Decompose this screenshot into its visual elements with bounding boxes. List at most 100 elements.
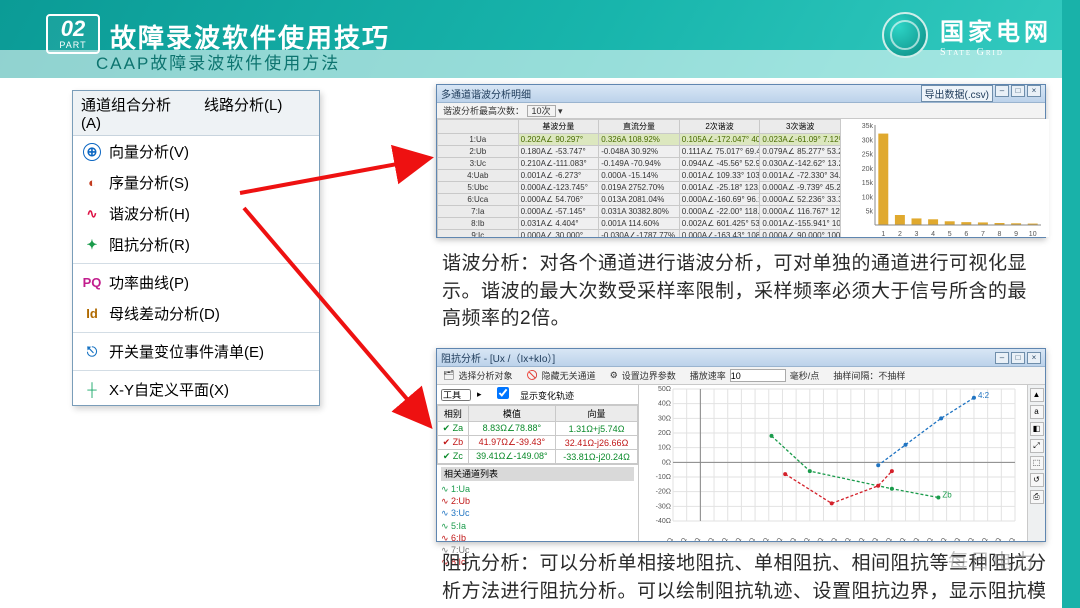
menu-item-xy-plane[interactable]: ┼X-Y自定义平面(X) bbox=[73, 374, 319, 405]
svg-text:25k: 25k bbox=[862, 152, 874, 159]
svg-text:120Ω: 120Ω bbox=[854, 537, 866, 541]
menu-item-label: 阻抗分析(R) bbox=[109, 234, 190, 255]
harmonic-description: 谐波分析：对各个通道进行谐波分析，可对单独的通道进行可视化显示。谐波的最大次数受… bbox=[442, 250, 1038, 333]
tool-icon[interactable]: ⎙ bbox=[1030, 490, 1044, 504]
sample-interval-label[interactable]: 抽样间隔：不抽样 bbox=[833, 369, 905, 382]
window-titlebar[interactable]: 阻抗分析 - [Ux /（Ix+kIo）] – □ × bbox=[437, 349, 1045, 367]
maximize-button[interactable]: □ bbox=[1011, 85, 1025, 97]
tool-icon[interactable]: ◧ bbox=[1030, 422, 1044, 436]
svg-text:5k: 5k bbox=[866, 209, 874, 216]
select-object-button[interactable]: 🗂 选择分析对象 bbox=[443, 369, 512, 382]
svg-text:90Ω: 90Ω bbox=[814, 537, 825, 541]
menu-item-busdiff[interactable]: Id母线差动分析(D) bbox=[73, 298, 319, 329]
minimize-button[interactable]: – bbox=[995, 352, 1009, 364]
menu-item-impedance[interactable]: ✦ 阻抗分析(R) bbox=[73, 229, 319, 260]
pq-icon: PQ bbox=[83, 274, 101, 292]
slide-body: 通道组合分析(A) 线路分析(L) ⊕向量分析(V) ◐序量分析(S) ∿谐波分… bbox=[0, 78, 1080, 608]
menu-item-power-curve[interactable]: PQ功率曲线(P) bbox=[73, 267, 319, 298]
chart-tool-sidebar: ▲ a ◧ ⤢ ⬚ ↺ ⎙ bbox=[1027, 385, 1045, 541]
svg-text:160Ω: 160Ω bbox=[909, 537, 921, 541]
svg-text:190Ω: 190Ω bbox=[950, 537, 962, 541]
analysis-dropdown-menu: 通道组合分析(A) 线路分析(L) ⊕向量分析(V) ◐ 序量分析(S) ∿谐波分… bbox=[72, 90, 320, 406]
svg-text:40Ω: 40Ω bbox=[658, 401, 671, 408]
window-titlebar[interactable]: 多通道谐波分析明细 导出数据(.csv) – □ × bbox=[437, 85, 1045, 103]
menu-header-left[interactable]: 通道组合分析(A) bbox=[73, 91, 196, 135]
xy-icon: ┼ bbox=[83, 381, 101, 399]
svg-text:Zb: Zb bbox=[942, 491, 952, 500]
switch-icon: ⎋ bbox=[83, 343, 101, 361]
svg-text:220Ω: 220Ω bbox=[991, 537, 1003, 541]
maximize-button[interactable]: □ bbox=[1011, 352, 1025, 364]
svg-text:110Ω: 110Ω bbox=[841, 537, 853, 541]
svg-text:20Ω: 20Ω bbox=[719, 537, 730, 541]
tool-icon[interactable]: ↺ bbox=[1030, 473, 1044, 487]
svg-text:35k: 35k bbox=[862, 123, 874, 130]
harmonic-icon: ∿ bbox=[83, 205, 101, 223]
tool-icon[interactable]: ⤢ bbox=[1030, 439, 1044, 453]
svg-text:0Ω: 0Ω bbox=[693, 537, 703, 541]
tool-icon[interactable]: ▲ bbox=[1030, 388, 1044, 402]
menu-item-label: 开关量变位事件清单(E) bbox=[109, 341, 264, 362]
svg-text:60Ω: 60Ω bbox=[773, 537, 784, 541]
svg-text:7: 7 bbox=[981, 231, 985, 238]
harmonic-toolbar: 谐波分析最高次数： 10次 ▾ bbox=[437, 103, 1045, 119]
svg-text:30Ω: 30Ω bbox=[658, 415, 671, 422]
svg-text:-30Ω: -30Ω bbox=[656, 503, 671, 510]
tool-field[interactable] bbox=[441, 389, 471, 401]
svg-text:8: 8 bbox=[998, 231, 1002, 238]
svg-text:180Ω: 180Ω bbox=[936, 537, 948, 541]
part-badge: 02 PART bbox=[46, 14, 100, 54]
menu-item-label: 序量分析(S) bbox=[109, 172, 189, 193]
tool-icon[interactable]: ⬚ bbox=[1030, 456, 1044, 470]
impedance-value-table: 相别模值向量✔ Za8.83Ω∠78.88°1.31Ω+j5.74Ω✔ Zb41… bbox=[437, 405, 638, 464]
impedance-icon: ✦ bbox=[83, 236, 101, 254]
menu-header: 通道组合分析(A) 线路分析(L) bbox=[73, 91, 319, 136]
svg-text:10Ω: 10Ω bbox=[705, 537, 716, 541]
svg-text:10k: 10k bbox=[862, 194, 874, 201]
menu-item-harmonic[interactable]: ∿谐波分析(H) bbox=[73, 198, 319, 229]
part-label: PART bbox=[59, 40, 86, 50]
svg-text:20Ω: 20Ω bbox=[658, 430, 671, 437]
menu-item-switch-events[interactable]: ⎋ 开关量变位事件清单(E) bbox=[73, 336, 319, 367]
svg-text:5: 5 bbox=[948, 231, 952, 238]
menu-item-sequence[interactable]: ◐ 序量分析(S) bbox=[73, 167, 319, 198]
svg-text:15k: 15k bbox=[862, 180, 874, 187]
svg-text:50Ω: 50Ω bbox=[760, 537, 771, 541]
menu-item-vector[interactable]: ⊕向量分析(V) bbox=[73, 136, 319, 167]
svg-text:-10Ω: -10Ω bbox=[677, 537, 689, 541]
slide-header: 02 PART 故障录波软件使用技巧 CAAP故障录波软件使用方法 国家电网 S… bbox=[0, 0, 1080, 78]
svg-text:-40Ω: -40Ω bbox=[656, 518, 671, 525]
boundary-settings-button[interactable]: ⚙ 设置边界参数 bbox=[610, 369, 676, 382]
svg-text:140Ω: 140Ω bbox=[881, 537, 893, 541]
hide-channels-button[interactable]: 🚫 隐藏无关通道 bbox=[526, 369, 595, 382]
menu-separator bbox=[73, 263, 319, 264]
brand-block: 国家电网 State Grid bbox=[882, 12, 1052, 58]
harmonic-order-value[interactable]: 10次 bbox=[527, 105, 556, 117]
close-button[interactable]: × bbox=[1027, 85, 1041, 97]
menu-header-right[interactable]: 线路分析(L) bbox=[196, 91, 319, 135]
play-rate-input[interactable] bbox=[730, 369, 786, 382]
export-csv-button[interactable]: 导出数据(.csv) bbox=[921, 85, 993, 102]
watermark: 每日电力 bbox=[948, 545, 1036, 574]
harmonic-analysis-window: 多通道谐波分析明细 导出数据(.csv) – □ × 谐波分析最高次数： 10次… bbox=[436, 84, 1046, 238]
brand-name-cn: 国家电网 bbox=[940, 12, 1052, 47]
svg-text:30k: 30k bbox=[862, 137, 874, 144]
svg-text:2: 2 bbox=[898, 231, 902, 238]
menu-item-label: 向量分析(V) bbox=[109, 141, 189, 162]
svg-text:9: 9 bbox=[1014, 231, 1018, 238]
svg-text:230Ω: 230Ω bbox=[1005, 537, 1017, 541]
svg-text:100Ω: 100Ω bbox=[827, 537, 839, 541]
svg-text:3: 3 bbox=[915, 231, 919, 238]
svg-text:6: 6 bbox=[964, 231, 968, 238]
minimize-button[interactable]: – bbox=[995, 85, 1009, 97]
sequence-icon: ◐ bbox=[83, 174, 101, 192]
show-trajectory-checkbox[interactable]: 显示变化轨迹 bbox=[488, 387, 575, 402]
close-button[interactable]: × bbox=[1027, 352, 1041, 364]
svg-text:40Ω: 40Ω bbox=[746, 537, 757, 541]
menu-separator bbox=[73, 370, 319, 371]
svg-text:200Ω: 200Ω bbox=[963, 537, 975, 541]
harmonic-order-label: 谐波分析最高次数： bbox=[443, 106, 524, 116]
play-rate-label: 播放速率 bbox=[690, 369, 726, 382]
svg-text:50Ω: 50Ω bbox=[658, 386, 671, 393]
tool-icon[interactable]: a bbox=[1030, 405, 1044, 419]
